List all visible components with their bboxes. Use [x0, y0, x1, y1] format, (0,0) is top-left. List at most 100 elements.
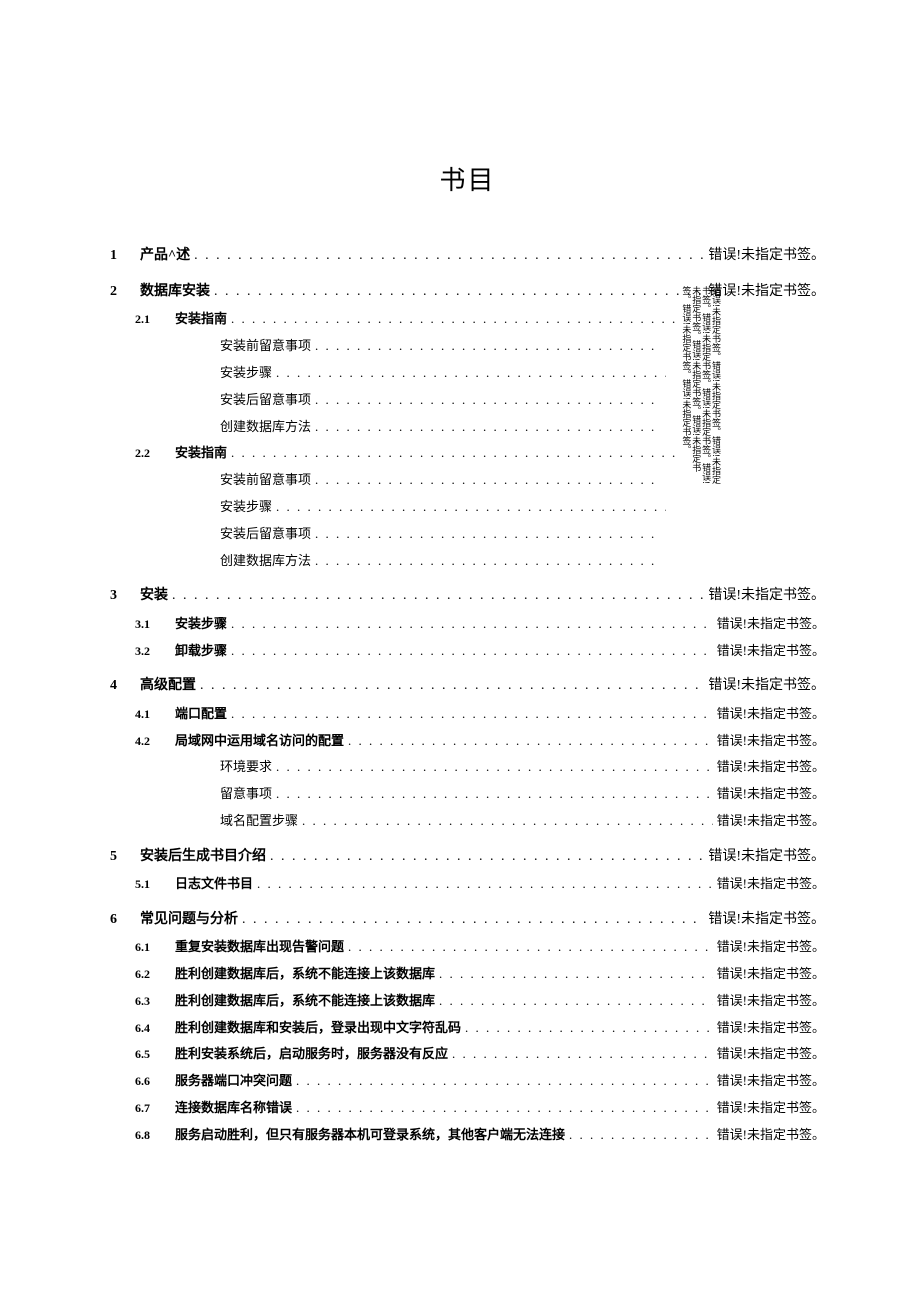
toc-label: 安装步骤	[175, 614, 227, 635]
toc-entry: 留意事项 错误!未指定书签。	[110, 781, 825, 808]
toc-label: 胜利安装系统后，启动服务时，服务器没有反应	[175, 1044, 448, 1065]
toc-label: 安装	[140, 585, 168, 607]
toc-pageref: 错误!未指定书签。	[717, 641, 825, 662]
toc-entry: 安装步骤	[110, 494, 825, 521]
toc-leader	[210, 281, 708, 303]
toc-num: 6.4	[135, 1019, 175, 1038]
toc-pageref: 错误!未指定书签。	[708, 675, 825, 697]
toc-pageref: 错误!未指定书签。	[717, 874, 825, 895]
toc-entry: 6.7 连接数据库名称错误 错误!未指定书签。	[110, 1095, 825, 1122]
toc-label: 安装前留意事项	[220, 336, 311, 357]
toc-pageref: 错误!未指定书签。	[717, 757, 825, 778]
toc-label: 域名配置步骤	[220, 811, 298, 832]
toc-leader	[227, 614, 717, 635]
toc-label: 常见问题与分析	[140, 909, 238, 931]
toc-entry: 5 安装后生成书目介绍 错误!未指定书签。	[110, 843, 825, 871]
toc-leader	[298, 811, 717, 832]
toc-label: 创建数据库方法	[220, 551, 311, 572]
toc-leader	[311, 470, 659, 491]
toc-pageref: 错误!未指定书签。	[708, 281, 825, 303]
vertical-error-text: 错误!未指定书签。错误!未指定书签。错误!未指定书签。错误!未指定书签。错误!未…	[680, 286, 720, 486]
toc-leader	[292, 1098, 717, 1119]
toc-label: 胜利创建数据库后，系统不能连接上该数据库	[175, 964, 435, 985]
toc-label: 安装指南	[175, 309, 227, 330]
toc-pageref: 错误!未指定书签。	[717, 1018, 825, 1039]
toc-label: 安装指南	[175, 443, 227, 464]
toc-label: 环境要求	[220, 757, 272, 778]
toc-entry: 6.1 重复安装数据库出现告警问题 错误!未指定书签。	[110, 934, 825, 961]
toc-num: 4	[110, 675, 140, 697]
toc-num: 6.6	[135, 1072, 175, 1091]
toc-leader	[272, 784, 717, 805]
toc-pageref: 错误!未指定书签。	[708, 585, 825, 607]
toc-label: 安装步骤	[220, 363, 272, 384]
toc-pageref: 错误!未指定书签。	[708, 909, 825, 931]
toc-leader	[344, 937, 717, 958]
toc-num: 2	[110, 281, 140, 303]
toc-label: 安装步骤	[220, 497, 272, 518]
toc-num: 6.1	[135, 938, 175, 957]
toc-num: 5.1	[135, 875, 175, 894]
toc-leader	[311, 390, 659, 411]
toc-leader	[190, 245, 708, 267]
toc-num: 6.5	[135, 1045, 175, 1064]
toc-num: 2.1	[135, 310, 175, 329]
page-title: 书目	[110, 160, 825, 202]
toc-leader	[435, 964, 717, 985]
toc-num: 2.2	[135, 444, 175, 463]
toc-entry: 6 常见问题与分析 错误!未指定书签。	[110, 906, 825, 934]
toc-leader	[238, 909, 708, 931]
toc-leader	[272, 757, 717, 778]
toc-label: 安装后留意事项	[220, 390, 311, 411]
toc-entry: 3 安装 错误!未指定书签。	[110, 582, 825, 610]
toc-leader	[565, 1125, 717, 1146]
toc-pageref: 错误!未指定书签。	[717, 811, 825, 832]
toc-num: 4.1	[135, 705, 175, 724]
toc-label: 安装后留意事项	[220, 524, 311, 545]
toc-leader	[461, 1018, 717, 1039]
toc-entry: 环境要求 错误!未指定书签。	[110, 754, 825, 781]
toc-num: 3.2	[135, 642, 175, 661]
toc-entry: 4 高级配置 错误!未指定书签。	[110, 672, 825, 700]
toc-num: 3.1	[135, 615, 175, 634]
toc-leader	[292, 1071, 717, 1092]
toc-entry: 安装后留意事项	[110, 521, 825, 548]
toc-label: 创建数据库方法	[220, 417, 311, 438]
toc-label: 连接数据库名称错误	[175, 1098, 292, 1119]
toc-pageref: 错误!未指定书签。	[717, 1125, 825, 1146]
toc-leader	[344, 731, 717, 752]
toc-pageref: 错误!未指定书签。	[717, 731, 825, 752]
toc-label: 端口配置	[175, 704, 227, 725]
toc-leader	[196, 675, 708, 697]
toc-num: 6.7	[135, 1099, 175, 1118]
toc-pageref: 错误!未指定书签。	[717, 704, 825, 725]
toc-pageref: 错误!未指定书签。	[708, 245, 825, 267]
toc-label: 胜利创建数据库和安装后，登录出现中文字符乱码	[175, 1018, 461, 1039]
toc-num: 6	[110, 909, 140, 931]
toc-entry: 3.1 安装步骤 错误!未指定书签。	[110, 611, 825, 638]
toc-leader	[435, 991, 717, 1012]
toc-leader	[266, 846, 708, 868]
toc-pageref: 错误!未指定书签。	[717, 964, 825, 985]
toc-pageref: 错误!未指定书签。	[717, 1098, 825, 1119]
toc-num: 5	[110, 846, 140, 868]
toc-leader	[227, 443, 685, 464]
toc-entry: 6.2 胜利创建数据库后，系统不能连接上该数据库 错误!未指定书签。	[110, 961, 825, 988]
toc-entry: 6.5 胜利安装系统后，启动服务时，服务器没有反应 错误!未指定书签。	[110, 1041, 825, 1068]
toc-leader	[311, 524, 659, 545]
toc-pageref: 错误!未指定书签。	[717, 784, 825, 805]
toc-num: 6.3	[135, 992, 175, 1011]
toc-leader	[311, 336, 659, 357]
toc-leader	[448, 1044, 717, 1065]
toc-leader	[227, 309, 685, 330]
toc-label: 服务启动胜利，但只有服务器本机可登录系统，其他客户端无法连接	[175, 1125, 565, 1146]
toc-leader	[311, 417, 659, 438]
toc-label: 安装前留意事项	[220, 470, 311, 491]
toc-num: 6.8	[135, 1126, 175, 1145]
toc-label: 安装后生成书目介绍	[140, 846, 266, 868]
toc-leader	[227, 704, 717, 725]
toc-pageref: 错误!未指定书签。	[708, 846, 825, 868]
toc-entry: 6.8 服务启动胜利，但只有服务器本机可登录系统，其他客户端无法连接 错误!未指…	[110, 1122, 825, 1149]
toc-entry: 6.3 胜利创建数据库后，系统不能连接上该数据库 错误!未指定书签。	[110, 988, 825, 1015]
toc-label: 重复安装数据库出现告警问题	[175, 937, 344, 958]
